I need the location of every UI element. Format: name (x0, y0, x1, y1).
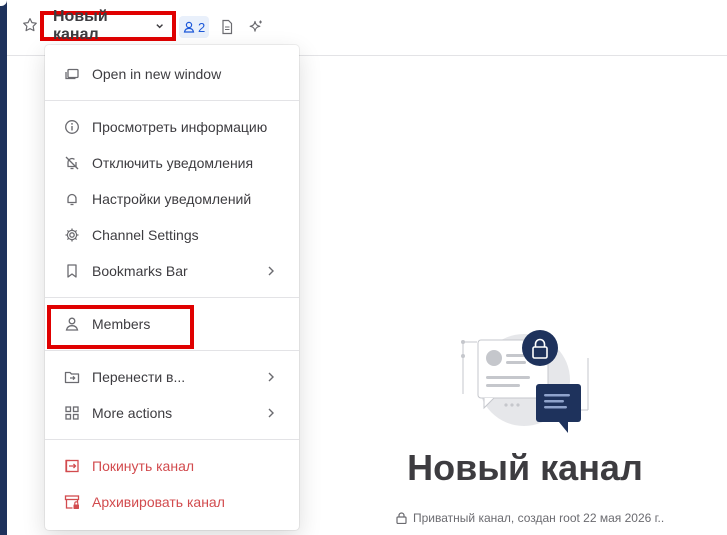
empty-state-subtitle-row: Приватный канал, создан root 22 мая 2026… (396, 511, 664, 525)
member-count: 2 (198, 19, 206, 35)
member-icon (183, 21, 195, 33)
file-icon[interactable] (219, 19, 235, 35)
chevron-right-icon (268, 266, 274, 276)
private-channel-illustration (461, 330, 589, 433)
empty-state-subtitle: Приватный канал, создан root 22 мая 2026… (413, 511, 665, 525)
menu-item-move-to[interactable]: Перенести в... (45, 359, 299, 395)
bell-off-icon (65, 156, 79, 170)
menu-item-label: Bookmarks Bar (92, 263, 188, 279)
star-icon[interactable] (21, 16, 39, 34)
member-count-button[interactable]: 2 (179, 16, 210, 38)
menu-item-open-new-window[interactable]: Open in new window (45, 56, 299, 92)
menu-item-label: Настройки уведомлений (92, 191, 252, 207)
channel-title-button[interactable]: Новый канал (40, 8, 176, 43)
gear-icon (65, 228, 79, 242)
bell-icon (67, 193, 77, 206)
sparkle-icon[interactable] (248, 19, 264, 35)
archive-lock-icon (64, 495, 80, 509)
menu-item-label: Покинуть канал (92, 458, 195, 474)
menu-item-label: Отключить уведомления (92, 155, 254, 171)
menu-item-more-actions[interactable]: More actions (45, 395, 299, 431)
channel-menu: Open in new window Просмотреть информаци… (45, 45, 299, 530)
apps-grid-icon (65, 406, 79, 420)
menu-item-label: Перенести в... (92, 369, 186, 385)
menu-item-mute[interactable]: Отключить уведомления (45, 145, 299, 181)
chevron-right-icon (268, 372, 274, 382)
empty-state-title: Новый канал (407, 447, 643, 488)
open-window-icon (65, 68, 79, 80)
menu-item-label: Channel Settings (92, 227, 199, 243)
menu-item-leave-channel[interactable]: Покинуть канал (45, 448, 299, 484)
menu-divider (45, 297, 299, 298)
menu-item-notification-prefs[interactable]: Настройки уведомлений (45, 181, 299, 217)
menu-item-label: Open in new window (92, 66, 222, 82)
lock-icon (396, 512, 407, 524)
bookmark-icon (67, 264, 77, 278)
channel-title: Новый канал (53, 8, 108, 43)
chevron-right-icon (268, 408, 274, 418)
sidebar-edge (0, 0, 7, 535)
menu-divider (45, 100, 299, 101)
menu-item-label: More actions (92, 405, 173, 421)
members-highlight (47, 305, 194, 349)
menu-item-view-info[interactable]: Просмотреть информацию (45, 109, 299, 145)
menu-item-archive-channel[interactable]: Архивировать канал (45, 484, 299, 520)
info-icon (65, 120, 79, 134)
menu-item-label: Просмотреть информацию (92, 119, 268, 135)
menu-item-bookmarks-bar[interactable]: Bookmarks Bar (45, 253, 299, 289)
menu-item-channel-settings[interactable]: Channel Settings (45, 217, 299, 253)
menu-divider (45, 350, 299, 351)
menu-divider (45, 439, 299, 440)
leave-icon (65, 459, 79, 473)
menu-item-label: Архивировать канал (92, 494, 225, 510)
folder-move-icon (64, 371, 80, 384)
chevron-down-icon (156, 24, 163, 29)
